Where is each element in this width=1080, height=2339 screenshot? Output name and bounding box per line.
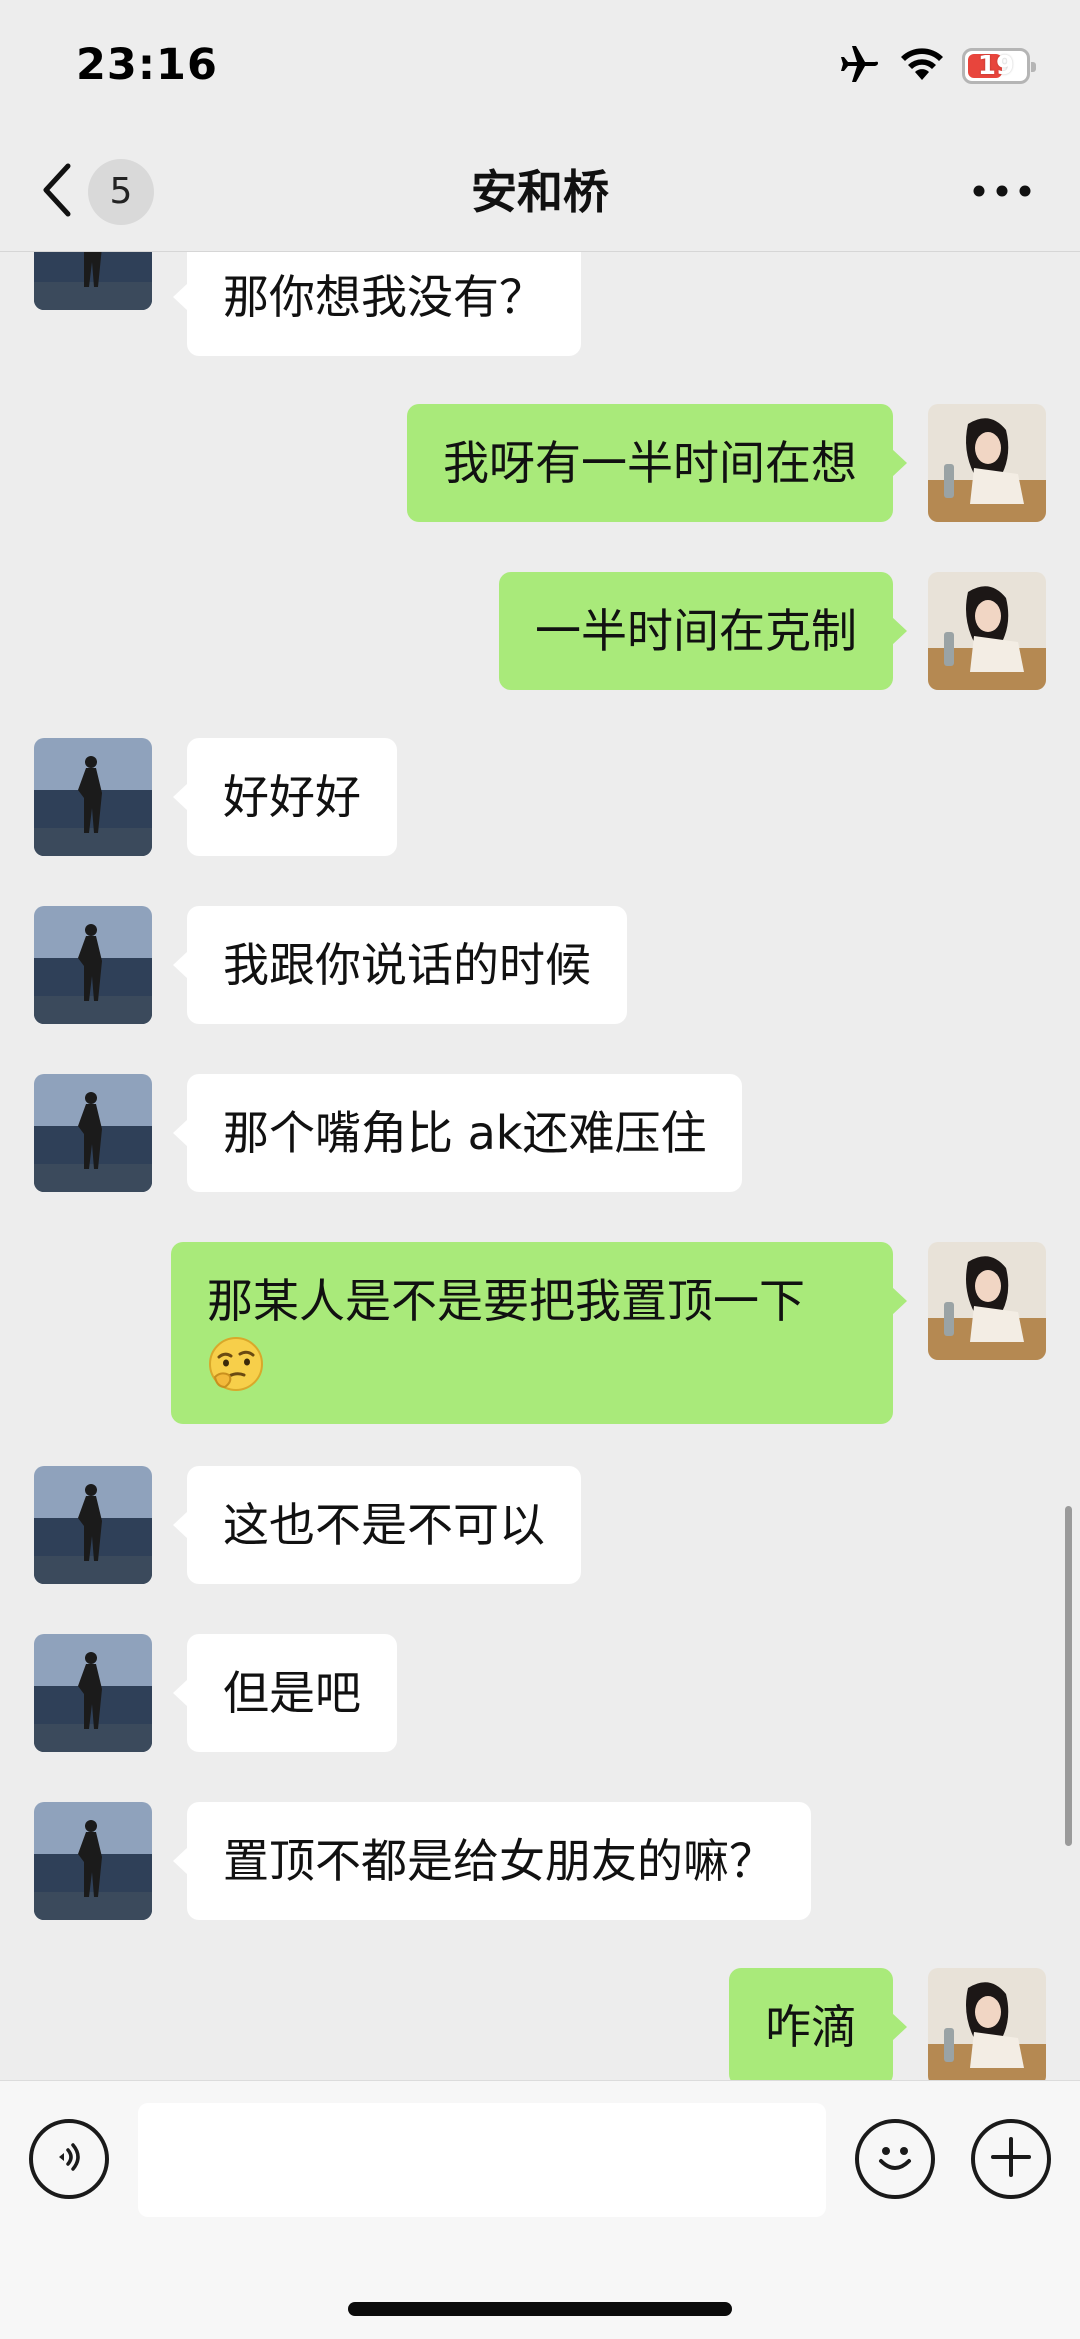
outgoing-message-text: 那某人是不是要把我置顶一下: [207, 1274, 805, 1328]
incoming-message[interactable]: 好好好: [173, 738, 397, 856]
voice-icon: [49, 2137, 89, 2181]
voice-button[interactable]: [29, 2119, 109, 2199]
status-icons: 19: [838, 44, 1036, 88]
airplane-icon: [838, 44, 882, 88]
message-input[interactable]: [138, 2103, 826, 2217]
incoming-message[interactable]: 这也不是不可以: [173, 1466, 581, 1584]
my-avatar[interactable]: [928, 404, 1046, 522]
outgoing-message[interactable]: 我呀有一半时间在想: [407, 404, 907, 522]
plus-icon: [985, 2131, 1037, 2187]
wifi-icon: [900, 46, 944, 86]
scrollbar[interactable]: [1065, 1506, 1072, 1846]
status-time: 23:16: [76, 40, 218, 90]
home-indicator[interactable]: [348, 2302, 732, 2316]
contact-avatar[interactable]: [34, 738, 152, 856]
more-button[interactable]: [964, 168, 1040, 216]
outgoing-message[interactable]: 一半时间在克制: [499, 572, 907, 690]
battery-icon: 19: [962, 48, 1036, 84]
contact-avatar[interactable]: [34, 1634, 152, 1752]
contact-avatar[interactable]: [34, 1802, 152, 1920]
more-dots-icon: [972, 183, 1032, 202]
my-avatar[interactable]: [928, 572, 1046, 690]
contact-avatar[interactable]: [34, 906, 152, 1024]
incoming-message[interactable]: 我跟你说话的时候: [173, 906, 627, 1024]
battery-level: 19: [977, 51, 1015, 81]
outgoing-message[interactable]: 咋滴: [729, 1968, 907, 2080]
status-bar: 23:16 19: [0, 0, 1080, 132]
incoming-message[interactable]: 那个嘴角比 ak还难压住: [172, 1074, 743, 1192]
contact-avatar[interactable]: [34, 1074, 152, 1192]
my-avatar[interactable]: [928, 1242, 1046, 1360]
chevron-left-icon: [40, 162, 74, 222]
contact-avatar[interactable]: [34, 1466, 152, 1584]
contact-avatar[interactable]: [34, 252, 152, 310]
emoji-button[interactable]: [855, 2119, 935, 2199]
unread-badge: 5: [88, 159, 154, 225]
thinking-emoji: [207, 1335, 857, 1395]
back-button[interactable]: 5: [40, 156, 168, 228]
my-avatar[interactable]: [928, 1968, 1046, 2080]
outgoing-message[interactable]: 那某人是不是要把我置顶一下: [171, 1242, 907, 1424]
emoji-icon: [867, 2129, 923, 2189]
plus-button[interactable]: [971, 2119, 1051, 2199]
input-bar: [0, 2080, 1080, 2339]
incoming-message[interactable]: 那你想我没有？: [173, 252, 581, 356]
message-list[interactable]: 那你想我没有？ 我呀有一半时间在想 一半时间在克制 好好好 我跟你说话的时候 那…: [0, 252, 1080, 2080]
chat-header: 5 安和桥: [0, 132, 1080, 252]
incoming-message[interactable]: 置顶不都是给女朋友的嘛？: [173, 1802, 811, 1920]
incoming-message[interactable]: 但是吧: [173, 1634, 397, 1752]
